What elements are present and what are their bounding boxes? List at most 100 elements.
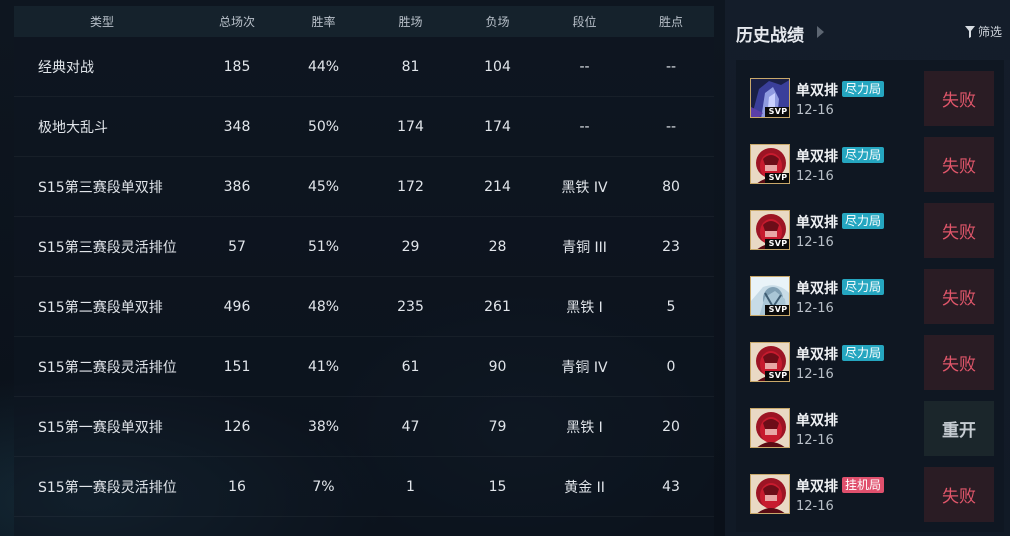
header-lp: 胜点 [658,15,683,29]
table-row: 经典对战 185 44% 81 104 -- -- [14,37,714,97]
header-wins: 胜场 [398,15,423,29]
header-win-rate: 胜率 [311,15,336,29]
effort-tag: 尽力局 [842,345,885,361]
cell-total: 126 [223,418,251,435]
cell-win-rate: 38% [307,418,340,435]
match-mode: 单双排 [796,281,838,297]
champion-avatar: SVP [750,210,790,250]
match-result: 重开 [924,401,994,456]
cell-tier: 黑铁 I [566,299,603,316]
champion-avatar: SVP [750,78,790,118]
cell-win-rate: 41% [307,358,340,375]
header-losses: 负场 [485,15,510,29]
match-item[interactable]: 单双排 挂机局 12-16 失败 [736,466,1004,524]
cell-wins: 235 [397,298,424,315]
match-result: 失败 [924,203,994,258]
table-row: 极地大乱斗 348 50% 174 174 -- -- [14,97,714,157]
cell-tier: -- [579,58,590,75]
chevron-right-icon[interactable] [817,26,824,38]
cell-type: S15第三赛段灵活排位 [38,239,177,256]
cell-lp: 80 [662,178,680,195]
table-row: S15第二赛段灵活排位 151 41% 61 90 青铜 IV 0 [14,337,714,397]
cell-tier: 黑铁 IV [561,179,608,196]
champion-avatar: SVP [750,276,790,316]
cell-total: 57 [228,238,246,255]
match-item[interactable]: SVP 单双排 尽力局 12-16 失败 [736,70,1004,128]
match-list: SVP 单双排 尽力局 12-16 失败 SVP 单双排 尽力局 12-16 失败 SVP 单双排 尽力… [736,60,1004,532]
cell-tier: -- [579,118,590,135]
filter-label: 筛选 [977,25,1002,39]
cell-losses: 28 [488,238,507,255]
cell-losses: 90 [488,358,507,375]
cell-type: S15第一赛段单双排 [38,419,163,436]
svp-badge: SVP [765,107,789,117]
cell-losses: 174 [484,118,511,135]
cell-losses: 15 [488,478,507,495]
cell-win-rate: 45% [307,178,340,195]
header-tier: 段位 [572,15,597,29]
match-item[interactable]: SVP 单双排 尽力局 12-16 失败 [736,202,1004,260]
match-item[interactable]: 单双排 12-16 重开 [736,400,1004,458]
match-result: 失败 [924,269,994,324]
match-date: 12-16 [796,169,834,184]
match-mode: 单双排 [796,149,838,165]
match-item[interactable]: SVP 单双排 尽力局 12-16 失败 [736,334,1004,392]
header-type: 类型 [90,15,115,29]
cell-win-rate: 7% [312,478,335,495]
table-row: S15第三赛段单双排 386 45% 172 214 黑铁 IV 80 [14,157,714,217]
champion-avatar [750,408,790,448]
filter-button[interactable]: 筛选 [964,23,1002,40]
cell-win-rate: 44% [307,58,340,75]
match-mode: 单双排 [796,83,838,99]
cell-lp: -- [665,58,677,75]
match-mode: 单双排 [796,215,838,231]
match-result: 失败 [924,335,994,390]
svp-badge: SVP [765,239,789,249]
cell-losses: 79 [488,418,507,435]
champion-avatar: SVP [750,342,790,382]
cell-tier: 黑铁 I [566,419,603,436]
cell-lp: 23 [662,238,680,255]
cell-lp: 20 [662,418,680,435]
cell-tier: 青铜 III [562,239,607,256]
champion-avatar: SVP [750,144,790,184]
match-mode: 单双排 [796,479,838,495]
match-item[interactable]: SVP 单双排 尽力局 12-16 失败 [736,268,1004,326]
app-root: 类型 总场次 胜率 胜场 负场 段位 胜点 经典对战 185 44% 81 10… [0,0,1010,536]
cell-tier: 青铜 IV [561,359,608,376]
match-date: 12-16 [796,235,834,250]
table-row: S15第三赛段灵活排位 57 51% 29 28 青铜 III 23 [14,217,714,277]
cell-type: S15第二赛段灵活排位 [38,359,177,376]
cell-type: S15第一赛段灵活排位 [38,479,177,496]
match-result: 失败 [924,467,994,522]
svp-badge: SVP [765,173,789,183]
cell-wins: 174 [397,118,424,135]
table-row: S15第一赛段单双排 126 38% 47 79 黑铁 I 20 [14,397,714,457]
cell-wins: 81 [401,58,420,75]
effort-tag: 尽力局 [842,147,885,163]
cell-win-rate: 51% [307,238,340,255]
cell-lp: 0 [666,358,676,375]
svp-badge: SVP [765,371,789,381]
cell-lp: 43 [662,478,680,495]
cell-total: 348 [223,118,251,135]
match-mode: 单双排 [796,347,838,363]
champion-portrait [751,409,789,447]
header-total: 总场次 [218,15,255,29]
match-history-header: 历史战绩 筛选 [725,0,1010,60]
cell-losses: 104 [484,58,511,75]
cell-type: 极地大乱斗 [38,119,108,136]
cell-win-rate: 48% [307,298,340,315]
cell-wins: 172 [397,178,424,195]
match-date: 12-16 [796,499,834,514]
match-item[interactable]: SVP 单双排 尽力局 12-16 失败 [736,136,1004,194]
cell-total: 185 [223,58,251,75]
table-row: S15第二赛段单双排 496 48% 235 261 黑铁 I 5 [14,277,714,337]
cell-total: 496 [223,298,251,315]
effort-tag: 尽力局 [842,279,885,295]
svp-badge: SVP [765,305,789,315]
cell-type: 经典对战 [38,59,94,76]
table-row: S15第一赛段灵活排位 16 7% 1 15 黄金 II 43 [14,457,714,517]
match-result: 失败 [924,71,994,126]
stats-table: 类型 总场次 胜率 胜场 负场 段位 胜点 经典对战 185 44% 81 10… [14,6,714,536]
